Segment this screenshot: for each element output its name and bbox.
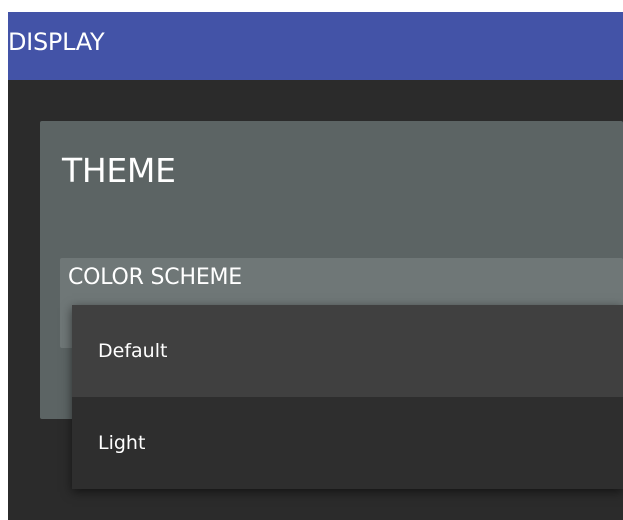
page-title: DISPLAY [8,12,623,80]
section-title: THEME [62,151,176,190]
display-settings-panel: DISPLAY THEME COLOR SCHEME Default Light [8,12,623,520]
dropdown-option-default[interactable]: Default [72,305,623,397]
dropdown-option-light[interactable]: Light [72,397,623,489]
color-scheme-dropdown-menu: Default Light [72,305,623,489]
color-scheme-label: COLOR SCHEME [68,265,242,290]
